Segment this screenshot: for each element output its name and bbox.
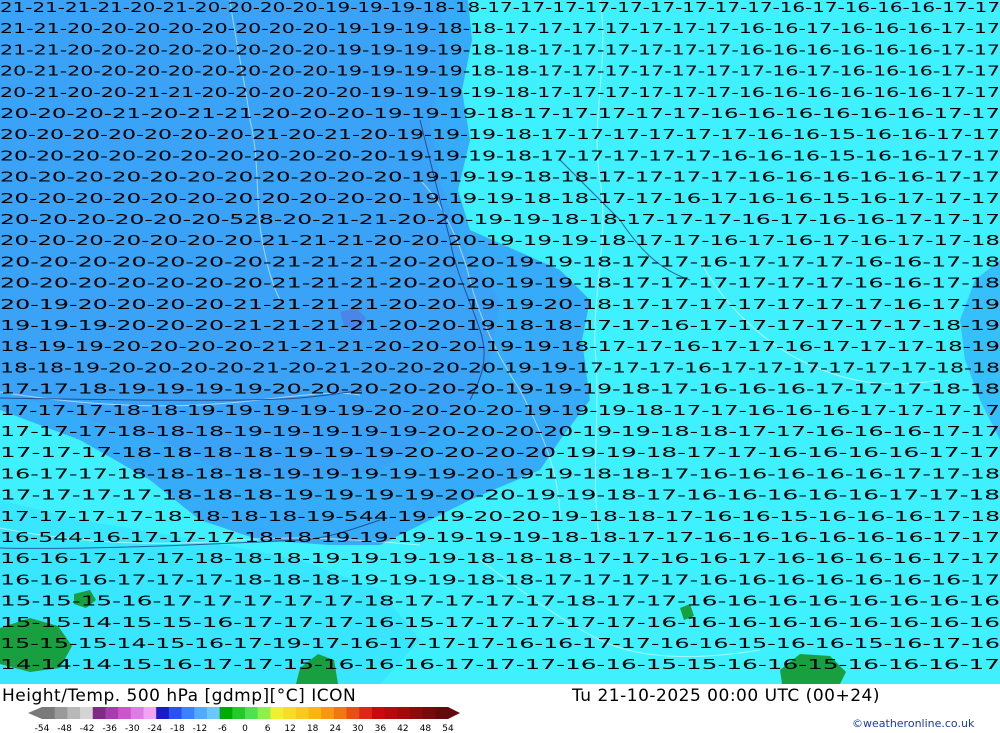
legend-tick-label: 30: [352, 724, 364, 733]
temperature-row: 16-16-16-17-17-17-18-18-18-19-19-19-18-1…: [0, 573, 1000, 588]
legend-tick-label: 12: [284, 724, 295, 733]
map-canvas: 21-21-21-21-20-21-20-20-20-20-19-19-19-1…: [0, 0, 1000, 684]
legend-swatch: [54, 707, 68, 719]
temperature-row: 16-17-17-18-18-18-18-19-19-19-19-19-20-1…: [0, 467, 1000, 482]
temperature-row: 20-21-20-20-21-21-20-20-20-20-20-19-19-1…: [0, 86, 1000, 101]
credit-link[interactable]: ©weatheronline.co.uk: [852, 717, 974, 730]
temperature-row: 20-20-20-20-20-20-528-20-21-21-20-20-19-…: [0, 213, 1000, 228]
legend-swatch: [219, 707, 233, 719]
footer-bar: Height/Temp. 500 hPa [gdmp][°C] ICON Tu …: [0, 684, 1000, 733]
temperature-row: 21-21-20-20-20-20-20-20-20-20-19-19-19-1…: [0, 22, 1000, 37]
legend-tick-label: -30: [125, 724, 140, 733]
legend-swatch: [308, 707, 322, 719]
legend-swatch: [397, 707, 411, 719]
legend-swatch: [346, 707, 360, 719]
legend-swatch: [321, 707, 335, 719]
temperature-row: 21-21-20-20-20-20-20-20-20-20-19-19-19-1…: [0, 43, 1000, 58]
legend-swatch: [168, 707, 183, 719]
legend-swatch: [257, 707, 271, 719]
legend-tick-label: -54: [35, 724, 50, 733]
temperature-row: 18-18-19-20-20-20-20-21-20-21-20-20-20-2…: [0, 361, 1000, 376]
legend-swatch: [156, 707, 170, 719]
temperature-row: 15-15-14-15-15-16-17-17-17-16-15-17-17-1…: [0, 616, 1000, 631]
legend-swatch: [333, 707, 347, 719]
legend-swatch: [283, 707, 297, 719]
legend-swatch: [422, 707, 436, 719]
temperature-row: 20-20-20-20-20-20-20-21-21-21-20-20-20-1…: [0, 255, 1000, 270]
temperature-row: 17-17-17-17-18-18-18-18-19-544-19-19-20-…: [0, 510, 1000, 525]
legend-tick-label: 18: [307, 724, 319, 733]
temperature-row: 19-19-19-20-20-20-21-21-21-21-20-20-19-1…: [0, 319, 1000, 334]
legend-tick-label: 54: [442, 724, 454, 733]
forecast-datetime: Tu 21-10-2025 00:00 UTC (00+24): [572, 686, 880, 706]
legend-swatch: [143, 707, 157, 719]
color-legend: -54 -48 -42 -36 -30 -24 -18 -12 -6 0 6 12 18 24 30 36 42…: [28, 707, 460, 733]
temperature-row: 16-544-16-17-17-17-18-18-19-19-19-19-19-…: [0, 531, 1000, 546]
legend-tick-label: -18: [170, 724, 185, 733]
legend-swatch: [232, 707, 246, 719]
temperature-row: 20-19-20-20-20-20-21-21-21-21-20-20-19-1…: [0, 298, 1000, 313]
temperature-row: 14-14-14-15-16-17-17-15-16-16-16-17-17-1…: [0, 658, 1000, 673]
temperature-row: 20-20-20-21-20-21-21-20-20-20-19-19-19-1…: [0, 107, 1000, 122]
legend-swatch: [435, 707, 449, 719]
temperature-row: 17-17-17-17-18-18-18-19-19-19-19-20-20-1…: [0, 489, 1000, 504]
legend-tick-label: 48: [420, 724, 432, 733]
legend-swatch: [80, 707, 94, 719]
legend-tick-label: -24: [147, 724, 162, 733]
legend-tick-label: 36: [375, 724, 387, 733]
legend-tick-label: -36: [102, 724, 117, 733]
temperature-row: 20-20-20-20-20-20-20-20-20-20-20-19-19-1…: [0, 149, 1000, 164]
temperature-row: 18-19-19-20-20-20-20-21-21-21-20-20-20-1…: [0, 340, 1000, 355]
map-title: Height/Temp. 500 hPa [gdmp][°C] ICON: [2, 686, 357, 706]
legend-arrow-right: [448, 707, 460, 719]
temperature-row: 21-21-21-21-20-21-20-20-20-20-19-19-19-1…: [0, 1, 1000, 16]
legend-tick-label: -42: [80, 724, 95, 733]
legend-tick-label: -12: [193, 724, 208, 733]
legend-swatch: [105, 707, 119, 719]
legend-tick-label: 42: [397, 724, 408, 733]
legend-swatch: [384, 707, 398, 719]
legend-swatch: [67, 707, 81, 719]
legend-tick-label: -48: [57, 724, 72, 733]
legend-swatch: [206, 707, 221, 719]
legend-swatch: [130, 707, 144, 719]
legend-ticks: -54 -48 -42 -36 -30 -24 -18 -12 -6 0 6 12 18 24 30 36 42…: [35, 724, 454, 733]
legend-swatch: [194, 707, 208, 719]
temperature-row: 15-15-15-14-15-16-17-19-17-16-17-17-17-1…: [0, 637, 1000, 652]
legend-swatch: [92, 707, 106, 719]
legend-swatch: [42, 707, 56, 719]
legend-swatch: [270, 707, 284, 719]
weather-map: 21-21-21-21-20-21-20-20-20-20-19-19-19-1…: [0, 0, 1000, 684]
legend-tick-label: -6: [218, 724, 227, 733]
legend-swatch: [245, 707, 259, 719]
legend-swatch: [118, 707, 132, 719]
temperature-row: 17-17-17-18-18-18-19-19-19-19-19-20-20-2…: [0, 425, 1000, 440]
temperature-row: 20-20-20-20-20-20-20-21-21-21-20-20-20-1…: [0, 234, 1000, 249]
legend-swatch: [295, 707, 309, 719]
temperature-row: 17-17-18-19-19-19-19-20-20-20-20-20-20-1…: [0, 383, 1000, 398]
temperature-row: 20-20-20-20-20-20-20-21-20-21-20-19-19-1…: [0, 128, 1000, 143]
legend-swatch: [409, 707, 424, 719]
temperature-row: 20-20-20-20-20-20-20-21-21-21-20-20-20-1…: [0, 277, 1000, 292]
legend-swatch: [181, 707, 195, 719]
legend-tick-label: 6: [265, 724, 271, 733]
legend-arrow-left: [28, 707, 42, 719]
temperature-row: 20-21-20-20-20-20-20-20-20-20-19-19-19-1…: [0, 65, 1000, 80]
legend-tick-label: 0: [242, 724, 248, 733]
temperature-row: 20-20-20-20-20-20-20-20-20-20-20-19-19-1…: [0, 192, 1000, 207]
legend-tick-label: 24: [329, 724, 341, 733]
temperature-row: 20-20-20-20-20-20-20-20-20-20-20-19-19-1…: [0, 171, 1000, 186]
legend-swatch: [371, 707, 386, 719]
temperature-row: 16-16-17-17-17-18-18-18-19-19-19-19-18-1…: [0, 552, 1000, 567]
legend-swatches: [28, 707, 460, 719]
legend-swatch: [359, 707, 373, 719]
temperature-row: 17-17-17-18-18-19-19-19-19-19-20-20-20-2…: [0, 404, 1000, 419]
temperature-row: 15-15-15-16-17-17-17-17-17-18-17-17-17-1…: [0, 595, 1000, 610]
temperature-row: 17-17-17-18-18-18-18-19-19-19-20-20-20-2…: [0, 446, 1000, 461]
